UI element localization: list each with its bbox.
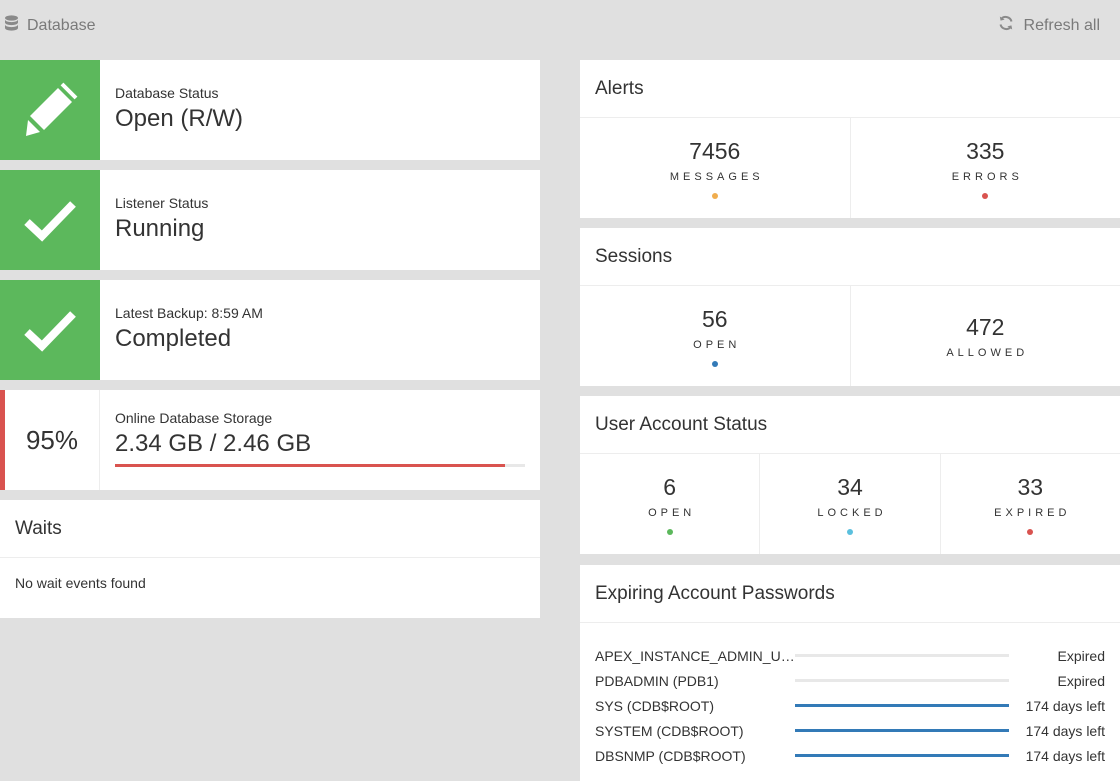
expiry-progress-bar xyxy=(795,704,1009,707)
sessions-title: Sessions xyxy=(580,228,1120,286)
account-name: SYS (CDB$ROOT) xyxy=(595,697,715,714)
waits-panel: Waits No wait events found xyxy=(0,500,540,618)
metric-value: 34 xyxy=(837,473,863,500)
storage-progress-bar xyxy=(115,464,525,467)
status-value: Running xyxy=(115,215,205,242)
expiry-status: Expired xyxy=(1057,647,1105,664)
expiry-status: 174 days left xyxy=(1025,747,1105,764)
alerts-errors-metric[interactable]: 335 ERRORS xyxy=(851,118,1120,218)
expiring-passwords-title: Expiring Account Passwords xyxy=(580,565,1120,623)
list-item[interactable]: SYS (CDB$ROOT) 174 days left xyxy=(595,693,1105,718)
status-dot xyxy=(982,192,989,199)
metric-label: OPEN xyxy=(648,506,696,519)
check-icon xyxy=(0,170,100,270)
metric-label: ALLOWED xyxy=(946,346,1029,359)
database-icon xyxy=(4,15,19,37)
expiring-passwords-panel: Expiring Account Passwords APEX_INSTANCE… xyxy=(580,565,1120,781)
refresh-icon xyxy=(998,15,1014,36)
status-label: Database Status xyxy=(115,85,219,101)
metric-value: 472 xyxy=(966,313,1005,340)
status-dot xyxy=(711,192,718,199)
refresh-label: Refresh all xyxy=(1023,16,1100,34)
storage-card: 95% Online Database Storage 2.34 GB / 2.… xyxy=(0,390,540,490)
alerts-panel: Alerts 7456 MESSAGES 335 ERRORS xyxy=(580,60,1120,218)
account-name: PDBADMIN (PDB1) xyxy=(595,672,719,689)
waits-message: No wait events found xyxy=(15,575,146,591)
expiring-passwords-list: APEX_INSTANCE_ADMIN_USER Expired PDBADMI… xyxy=(580,623,1120,768)
list-item[interactable]: SYSTEM (CDB$ROOT) 174 days left xyxy=(595,718,1105,743)
metric-label: ERRORS xyxy=(951,170,1023,183)
latest-backup-card: Latest Backup: 8:59 AM Completed xyxy=(0,280,540,380)
accounts-open-metric[interactable]: 6 OPEN xyxy=(580,454,761,554)
storage-value: 2.34 GB / 2.46 GB xyxy=(115,430,312,457)
refresh-all-button[interactable]: Refresh all xyxy=(998,15,1100,36)
listener-status-card: Listener Status Running xyxy=(0,170,540,270)
storage-label: Online Database Storage xyxy=(115,410,273,426)
alerts-messages-metric[interactable]: 7456 MESSAGES xyxy=(580,118,851,218)
metric-label: OPEN xyxy=(693,338,741,351)
breadcrumb-label: Database xyxy=(27,17,96,34)
expiry-progress-fill xyxy=(795,754,1009,757)
expiry-status: Expired xyxy=(1057,672,1105,689)
status-value: Open (R/W) xyxy=(115,105,244,132)
status-dot xyxy=(1027,528,1034,535)
waits-title: Waits xyxy=(0,500,540,558)
metric-value: 335 xyxy=(966,137,1005,164)
list-item[interactable]: APEX_INSTANCE_ADMIN_USER Expired xyxy=(595,643,1105,668)
expiry-progress-fill xyxy=(795,704,1009,707)
check-icon xyxy=(0,280,100,380)
status-dot xyxy=(711,360,718,367)
user-account-status-title: User Account Status xyxy=(580,396,1120,454)
expiry-progress-bar xyxy=(795,729,1009,732)
metric-value: 7456 xyxy=(689,137,741,164)
expiry-status: 174 days left xyxy=(1025,722,1105,739)
breadcrumb[interactable]: Database xyxy=(4,15,96,37)
expiry-status: 174 days left xyxy=(1025,697,1105,714)
accounts-expired-metric[interactable]: 33 EXPIRED xyxy=(941,454,1120,554)
metric-label: EXPIRED xyxy=(994,506,1071,519)
metric-value: 56 xyxy=(701,305,728,332)
status-label: Latest Backup: 8:59 AM xyxy=(115,305,263,321)
metric-value: 33 xyxy=(1017,473,1044,500)
metric-label: LOCKED xyxy=(817,506,887,519)
storage-progress-fill xyxy=(115,464,505,467)
metric-label: MESSAGES xyxy=(669,170,764,183)
expiry-progress-bar xyxy=(795,754,1009,757)
list-item[interactable]: DBSNMP (CDB$ROOT) 174 days left xyxy=(595,743,1105,768)
sessions-allowed-metric: 472 ALLOWED xyxy=(851,286,1120,386)
pencil-icon xyxy=(0,60,100,160)
status-label: Listener Status xyxy=(115,195,209,211)
sessions-panel: Sessions 56 OPEN 472 ALLOWED xyxy=(580,228,1120,386)
status-dot xyxy=(666,528,673,535)
expiry-progress-bar xyxy=(795,654,1009,657)
list-item[interactable]: PDBADMIN (PDB1) Expired xyxy=(595,668,1105,693)
metric-value: 6 xyxy=(663,473,677,500)
database-status-card: Database Status Open (R/W) xyxy=(0,60,540,160)
expiry-progress-fill xyxy=(795,729,1009,732)
sessions-open-metric[interactable]: 56 OPEN xyxy=(580,286,851,386)
storage-percent: 95% xyxy=(0,390,100,490)
alerts-title: Alerts xyxy=(580,60,1120,118)
account-name: DBSNMP (CDB$ROOT) xyxy=(595,747,746,764)
account-name: SYSTEM (CDB$ROOT) xyxy=(595,722,744,739)
status-dot xyxy=(846,528,853,535)
status-value: Completed xyxy=(115,325,232,352)
expiry-progress-bar xyxy=(795,679,1009,682)
user-account-status-panel: User Account Status 6 OPEN 34 LOCKED 33 … xyxy=(580,396,1120,554)
accounts-locked-metric[interactable]: 34 LOCKED xyxy=(760,454,941,554)
account-name: APEX_INSTANCE_ADMIN_USER xyxy=(595,647,795,664)
top-bar: Database Refresh all xyxy=(0,0,1120,52)
